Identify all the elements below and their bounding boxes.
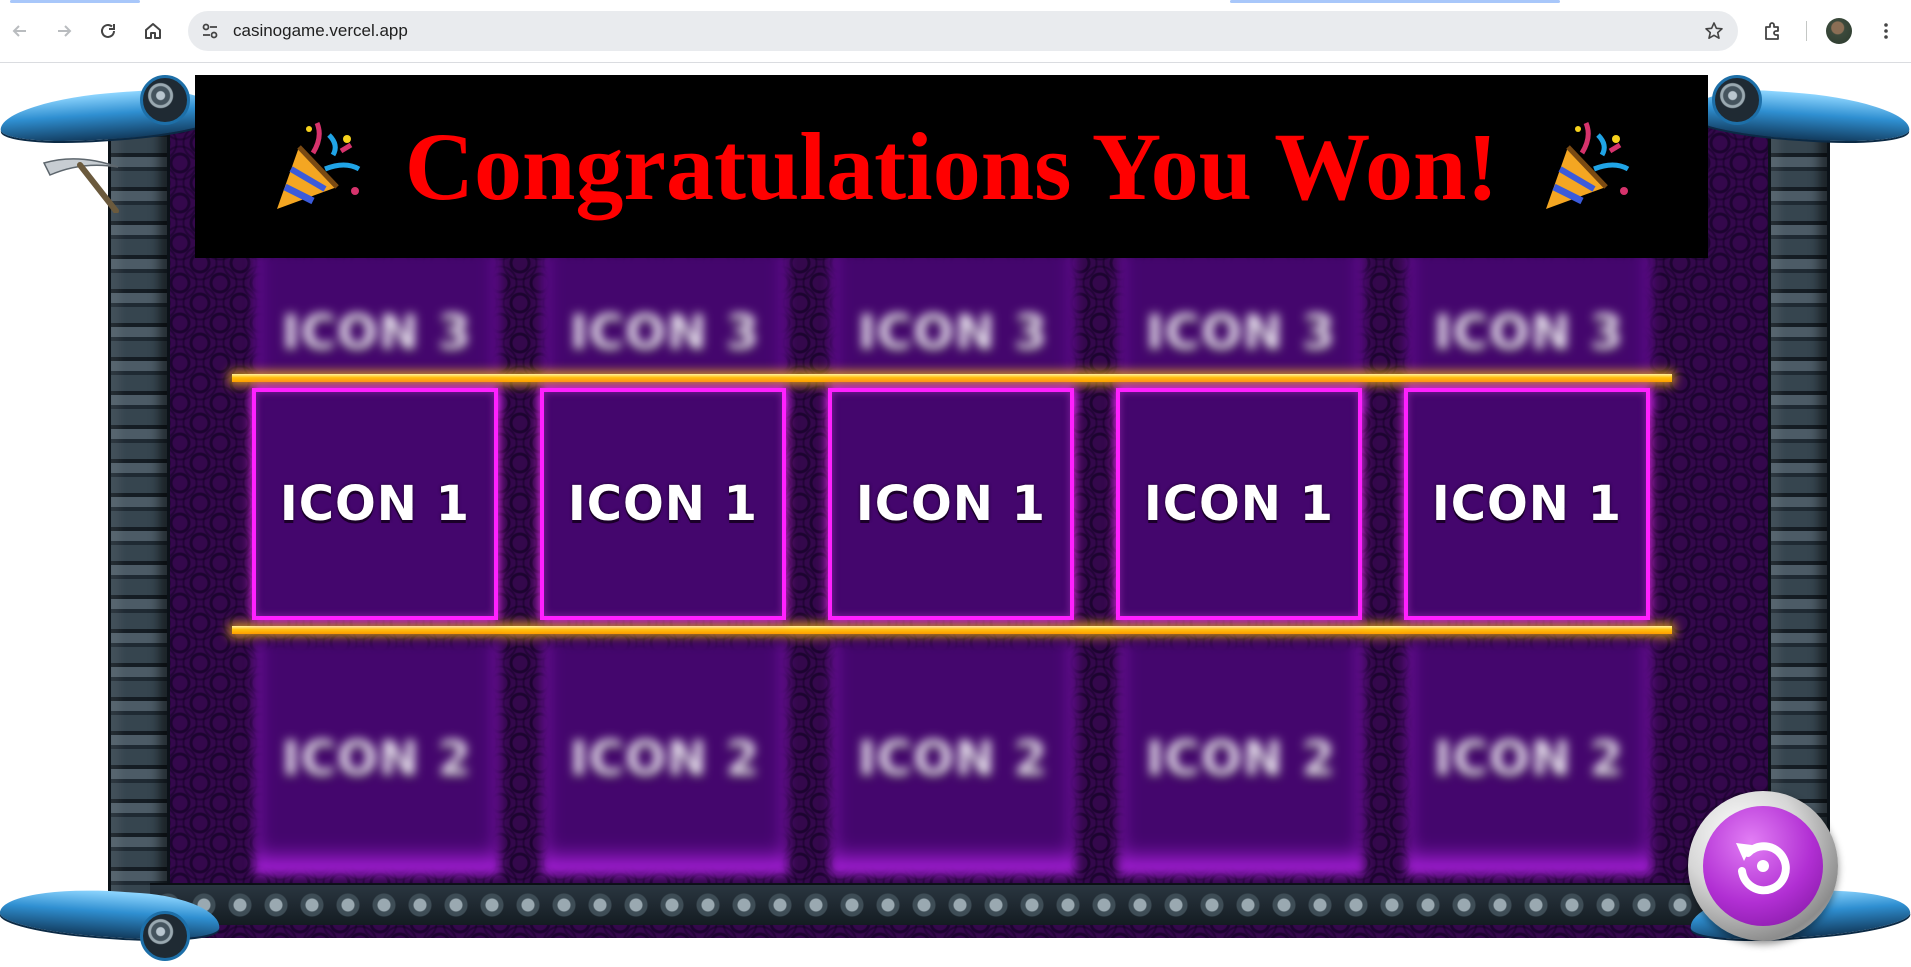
profile-avatar[interactable] bbox=[1826, 18, 1852, 44]
browser-menu-button[interactable] bbox=[1868, 13, 1904, 49]
home-icon bbox=[145, 23, 161, 39]
tab-strip-edge bbox=[0, 0, 1911, 3]
reel-cell-middle-1: ICON 1 bbox=[252, 388, 498, 620]
extensions-button[interactable] bbox=[1755, 13, 1791, 49]
win-banner-title: Congratulations You Won! bbox=[404, 113, 1499, 220]
address-bar[interactable]: casinogame.vercel.app bbox=[188, 11, 1738, 51]
reel-cell-bottom-3: ICON 2 bbox=[830, 643, 1076, 875]
payline-bottom bbox=[232, 626, 1672, 634]
arrow-left-icon bbox=[12, 25, 26, 37]
frame-orb-top-left bbox=[140, 75, 190, 125]
pickaxe-icon bbox=[42, 158, 119, 213]
payline-top bbox=[232, 374, 1672, 382]
spin-button[interactable] bbox=[1688, 791, 1838, 941]
star-icon bbox=[1705, 22, 1723, 39]
frame-orb-bottom-left bbox=[140, 911, 190, 961]
url-text[interactable]: casinogame.vercel.app bbox=[233, 21, 408, 41]
reel-cell-bottom-2: ICON 2 bbox=[542, 643, 788, 875]
toolbar-separator bbox=[1806, 21, 1807, 41]
tune-icon bbox=[202, 23, 218, 39]
back-button[interactable] bbox=[2, 13, 38, 49]
site-info-button[interactable] bbox=[196, 17, 224, 45]
party-popper-icon bbox=[276, 121, 360, 209]
reel-cell-middle-4: ICON 1 bbox=[1116, 388, 1362, 620]
browser-toolbar: casinogame.vercel.app bbox=[0, 0, 1911, 63]
puzzle-icon bbox=[1765, 22, 1779, 40]
arrow-right-icon bbox=[58, 25, 72, 37]
reel-cell-bottom-5: ICON 2 bbox=[1406, 643, 1652, 875]
frame-orb-top-right bbox=[1712, 75, 1762, 125]
reel-cell-bottom-1: ICON 2 bbox=[254, 643, 500, 875]
forward-button[interactable] bbox=[46, 13, 82, 49]
bottom-frame-trim bbox=[150, 883, 1770, 925]
slot-game: ICON 3 ICON 3 ICON 3 ICON 3 ICON 3 ICON … bbox=[0, 63, 1911, 967]
reload-icon bbox=[101, 23, 115, 38]
win-banner: Congratulations You Won! bbox=[195, 75, 1708, 258]
reel-cell-bottom-4: ICON 2 bbox=[1118, 643, 1364, 875]
reel-cell-middle-3: ICON 1 bbox=[828, 388, 1074, 620]
replay-icon bbox=[1736, 842, 1790, 895]
kebab-menu-icon bbox=[1884, 23, 1888, 39]
reel-cell-middle-5: ICON 1 bbox=[1404, 388, 1650, 620]
bookmark-button[interactable] bbox=[1700, 17, 1728, 45]
reload-button[interactable] bbox=[90, 13, 126, 49]
reel-cell-middle-2: ICON 1 bbox=[540, 388, 786, 620]
spin-button-face bbox=[1703, 806, 1823, 926]
home-button[interactable] bbox=[135, 13, 171, 49]
party-popper-icon bbox=[1546, 121, 1630, 209]
left-frame-pillar bbox=[108, 123, 170, 923]
